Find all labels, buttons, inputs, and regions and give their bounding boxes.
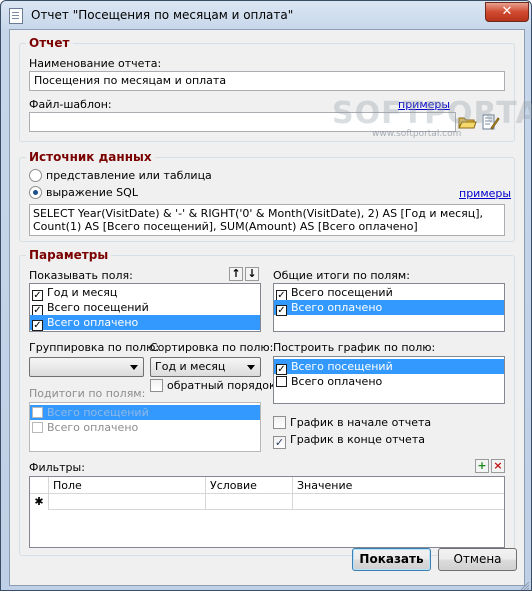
chart-at-start-checkbox[interactable]: График в начале отчета — [273, 416, 431, 429]
chart-field-item-label: Всего посещений — [291, 360, 393, 373]
move-up-icon[interactable]: ↑ — [229, 267, 243, 281]
group-by-label: Группировка по полю: — [29, 341, 160, 354]
subtotals-list: Всего посещений Всего оплачено — [29, 402, 261, 452]
template-file-label: Файл-шаблон: — [29, 98, 112, 111]
parameters-legend: Параметры — [29, 248, 109, 262]
grid-corner — [30, 477, 49, 494]
checkmark-icon: ✓ — [273, 436, 286, 449]
open-folder-icon[interactable] — [457, 112, 477, 132]
totals-label: Общие итоги по полям: — [273, 269, 410, 282]
report-name-label: Наименование отчета: — [29, 57, 162, 70]
checkbox-unchecked-icon — [273, 416, 286, 429]
reverse-order-label: обратный порядок — [167, 379, 276, 392]
new-row-marker: ✱ — [30, 494, 49, 510]
reverse-order-checkbox[interactable]: обратный порядок — [150, 379, 276, 392]
source-view-label: представление или таблица — [46, 169, 212, 182]
new-row-field-cell[interactable] — [49, 494, 206, 510]
chevron-down-icon — [247, 365, 255, 370]
chart-by-list[interactable]: ✓ Всего посещений Всего оплачено — [273, 356, 505, 404]
title-bar[interactable]: Отчет "Посещения по месяцам и оплата" ✕ — [1, 1, 531, 29]
dialog-window: Отчет "Посещения по месяцам и оплата" ✕ … — [0, 0, 532, 591]
show-button[interactable]: Показать — [352, 548, 431, 571]
report-section-legend: Отчет — [29, 36, 70, 50]
sql-examples-link[interactable]: примеры — [459, 187, 511, 200]
cancel-button[interactable]: Отмена — [438, 548, 517, 571]
checkbox-unchecked-icon[interactable] — [276, 376, 287, 387]
total-field-item[interactable]: ✓ Всего оплачено — [274, 300, 504, 316]
show-field-item[interactable]: ✓ Всего посещений — [30, 300, 260, 316]
subtotal-field-item: Всего посещений — [30, 405, 260, 420]
chart-field-item-label: Всего оплачено — [291, 375, 383, 388]
checkbox-unchecked-icon — [150, 379, 163, 392]
group-by-select[interactable] — [29, 357, 144, 377]
total-field-item-label: Всего посещений — [291, 286, 393, 299]
filters-grid[interactable]: Поле Условие Значение ✱ — [29, 476, 505, 548]
radio-on-icon — [29, 186, 42, 199]
subtotal-field-item-label: Всего посещений — [47, 406, 149, 419]
close-button[interactable]: ✕ — [485, 2, 529, 22]
chevron-down-icon — [130, 365, 138, 370]
show-fields-list[interactable]: ✓ Год и месяц ✓ Всего посещений ✓ Всего оплач… — [29, 283, 261, 332]
chart-at-end-checkbox[interactable]: ✓ График в конце отчета — [273, 433, 425, 449]
dialog-client-area: Отчет Наименование отчета: Посещения по … — [9, 29, 532, 586]
add-filter-icon[interactable]: + — [475, 459, 489, 473]
source-view-radio[interactable]: представление или таблица — [29, 169, 212, 182]
window-title: Отчет "Посещения по месяцам и оплата" — [31, 8, 294, 22]
sort-by-label: Сортировка по полю: — [150, 341, 274, 354]
template-examples-link[interactable]: примеры — [398, 98, 450, 111]
template-file-input[interactable] — [29, 112, 456, 132]
show-field-item-label: Всего оплачено — [47, 316, 139, 329]
chart-field-item[interactable]: Всего оплачено — [274, 374, 504, 389]
checkmark-icon[interactable]: ✓ — [276, 305, 287, 316]
total-field-item[interactable]: ✓ Всего посещений — [274, 285, 504, 301]
new-row-condition-cell[interactable] — [206, 494, 293, 510]
subtotals-label: Подитоги по полям: — [29, 387, 146, 400]
edit-template-icon[interactable] — [480, 112, 500, 132]
show-field-item[interactable]: ✓ Всего оплачено — [30, 315, 260, 331]
filter-col-value[interactable]: Значение — [293, 477, 504, 494]
filter-col-field[interactable]: Поле — [49, 477, 206, 494]
data-source-legend: Источник данных — [29, 150, 152, 164]
sql-expression-input[interactable]: SELECT Year(VisitDate) & '-' & RIGHT('0'… — [29, 204, 505, 236]
chart-by-label: Построить график по полю: — [273, 341, 436, 354]
total-field-item-label: Всего оплачено — [291, 301, 383, 314]
report-name-input[interactable]: Посещения по месяцам и оплата — [29, 71, 505, 91]
source-sql-label: выражение SQL — [46, 186, 138, 199]
delete-filter-icon[interactable]: × — [491, 459, 505, 473]
show-field-item[interactable]: ✓ Год и месяц — [30, 285, 260, 301]
show-field-item-label: Год и месяц — [47, 286, 118, 299]
filters-label: Фильтры: — [29, 461, 85, 474]
totals-list[interactable]: ✓ Всего посещений ✓ Всего оплачено — [273, 283, 505, 332]
filter-col-condition[interactable]: Условие — [206, 477, 293, 494]
chart-at-start-label: График в начале отчета — [290, 416, 432, 429]
report-document-icon — [9, 8, 23, 24]
checkbox-unchecked-icon — [32, 407, 43, 418]
show-field-item-label: Всего посещений — [47, 301, 149, 314]
show-fields-label: Показывать поля: — [29, 269, 133, 282]
chart-at-end-label: График в конце отчета — [290, 433, 425, 446]
subtotal-field-item-label: Всего оплачено — [47, 421, 139, 434]
subtotal-field-item: Всего оплачено — [30, 420, 260, 435]
move-down-icon[interactable]: ↓ — [245, 267, 259, 281]
checkbox-unchecked-icon — [32, 422, 43, 433]
source-sql-radio[interactable]: выражение SQL — [29, 186, 138, 199]
new-row-value-cell[interactable] — [293, 494, 504, 510]
sort-by-value: Год и месяц — [155, 360, 226, 373]
chart-field-item[interactable]: ✓ Всего посещений — [274, 359, 504, 375]
checkmark-icon[interactable]: ✓ — [32, 320, 43, 331]
sort-by-select[interactable]: Год и месяц — [150, 357, 261, 377]
radio-off-icon — [29, 169, 42, 182]
resize-grip-icon[interactable] — [520, 581, 530, 591]
